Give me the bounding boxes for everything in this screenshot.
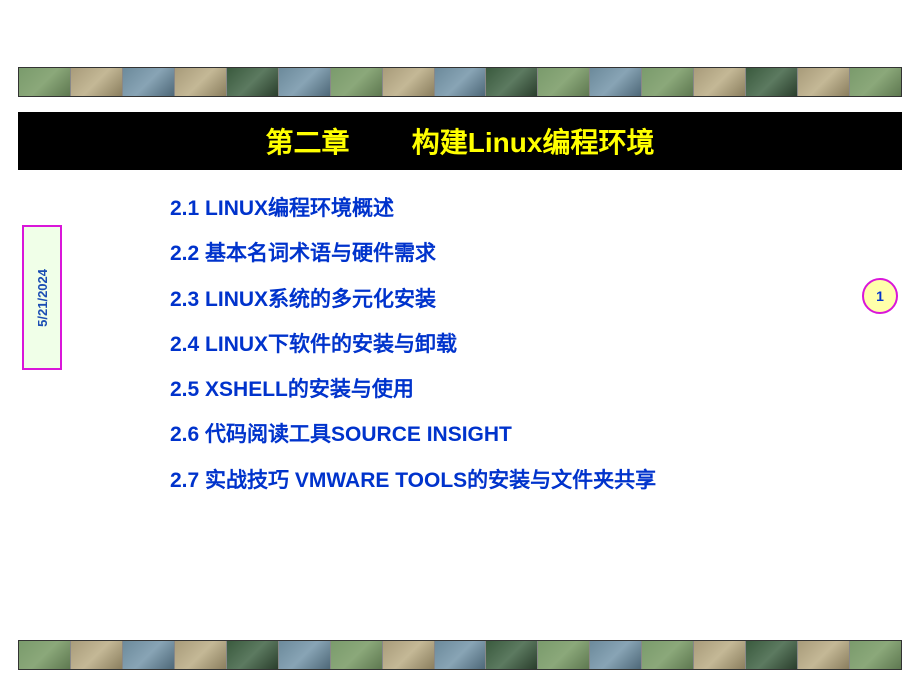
- thumbnail: [850, 68, 901, 96]
- thumbnail: [590, 641, 642, 669]
- thumbnail: [279, 641, 331, 669]
- thumbnail: [331, 68, 383, 96]
- chapter-title-bar: 第二章 构建Linux编程环境: [18, 112, 902, 170]
- top-thumbnail-strip: [18, 67, 902, 97]
- thumbnail: [538, 641, 590, 669]
- thumbnail: [227, 641, 279, 669]
- thumbnail: [19, 68, 71, 96]
- thumbnail: [590, 68, 642, 96]
- thumbnail: [694, 641, 746, 669]
- page-number: 1: [876, 288, 884, 304]
- thumbnail: [71, 641, 123, 669]
- thumbnail: [538, 68, 590, 96]
- thumbnail: [642, 68, 694, 96]
- thumbnail: [331, 641, 383, 669]
- thumbnail: [850, 641, 901, 669]
- toc-item: 2.5 XSHELL的安装与使用: [170, 376, 780, 403]
- thumbnail: [694, 68, 746, 96]
- toc-item: 2.6 代码阅读工具SOURCE INSIGHT: [170, 421, 780, 448]
- thumbnail: [123, 641, 175, 669]
- thumbnail: [486, 68, 538, 96]
- thumbnail: [19, 641, 71, 669]
- page-number-badge: 1: [862, 278, 898, 314]
- thumbnail: [279, 68, 331, 96]
- toc-item: 2.7 实战技巧 VMWARE TOOLS的安装与文件夹共享: [170, 467, 780, 494]
- thumbnail: [383, 68, 435, 96]
- toc-item: 2.2 基本名词术语与硬件需求: [170, 240, 780, 267]
- table-of-contents: 2.1 LINUX编程环境概述 2.2 基本名词术语与硬件需求 2.3 LINU…: [170, 195, 780, 512]
- toc-item: 2.4 LINUX下软件的安装与卸载: [170, 331, 780, 358]
- thumbnail: [435, 68, 487, 96]
- bottom-thumbnail-strip: [18, 640, 902, 670]
- thumbnail: [435, 641, 487, 669]
- thumbnail: [71, 68, 123, 96]
- thumbnail: [746, 641, 798, 669]
- thumbnail: [227, 68, 279, 96]
- thumbnail: [798, 68, 850, 96]
- thumbnail: [486, 641, 538, 669]
- thumbnail: [746, 68, 798, 96]
- date-box: 5/21/2024: [22, 225, 62, 370]
- date-text: 5/21/2024: [35, 269, 50, 327]
- chapter-title: 第二章 构建Linux编程环境: [266, 121, 655, 161]
- thumbnail: [383, 641, 435, 669]
- thumbnail: [798, 641, 850, 669]
- thumbnail: [175, 68, 227, 96]
- thumbnail: [642, 641, 694, 669]
- thumbnail: [123, 68, 175, 96]
- toc-item: 2.3 LINUX系统的多元化安装: [170, 286, 780, 313]
- thumbnail: [175, 641, 227, 669]
- toc-item: 2.1 LINUX编程环境概述: [170, 195, 780, 222]
